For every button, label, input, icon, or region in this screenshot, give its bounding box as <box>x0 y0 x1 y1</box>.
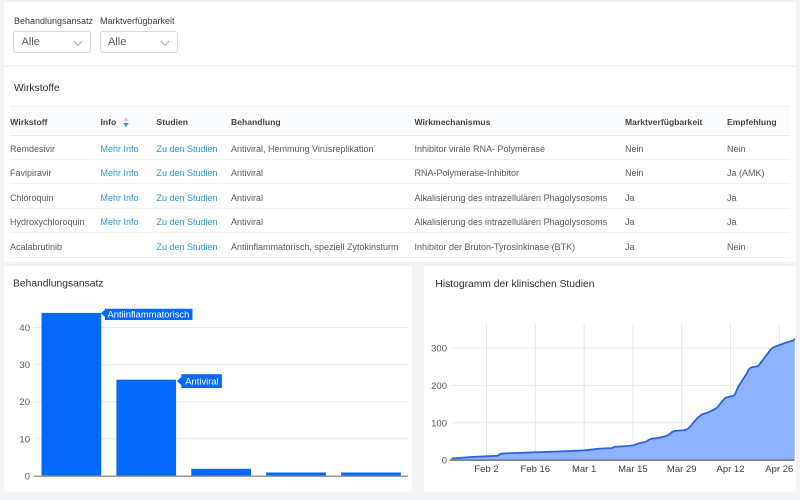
svg-text:Antiinflammatorisch: Antiinflammatorisch <box>108 309 190 320</box>
svg-text:Feb 16: Feb 16 <box>520 464 550 475</box>
svg-text:Antiviral: Antiviral <box>185 376 218 387</box>
svg-text:Apr 12: Apr 12 <box>716 464 744 475</box>
svg-text:Histogramm der klinischen Stud: Histogramm der klinischen Studien <box>435 279 594 290</box>
svg-text:20: 20 <box>19 397 30 408</box>
svg-text:Mar 15: Mar 15 <box>618 464 648 475</box>
svg-text:0: 0 <box>25 471 30 482</box>
svg-text:10: 10 <box>19 434 30 445</box>
svg-text:0: 0 <box>441 456 446 467</box>
svg-text:Behandlungsansatz: Behandlungsansatz <box>13 278 103 289</box>
svg-text:30: 30 <box>19 360 30 371</box>
svg-text:Mar 29: Mar 29 <box>666 464 696 475</box>
svg-text:100: 100 <box>431 418 447 429</box>
svg-text:Mar 1: Mar 1 <box>571 464 595 475</box>
svg-text:300: 300 <box>431 344 447 355</box>
svg-text:Apr 26: Apr 26 <box>765 464 793 475</box>
svg-text:40: 40 <box>19 323 30 334</box>
svg-text:200: 200 <box>431 381 447 392</box>
svg-text:Feb 2: Feb 2 <box>474 464 498 475</box>
